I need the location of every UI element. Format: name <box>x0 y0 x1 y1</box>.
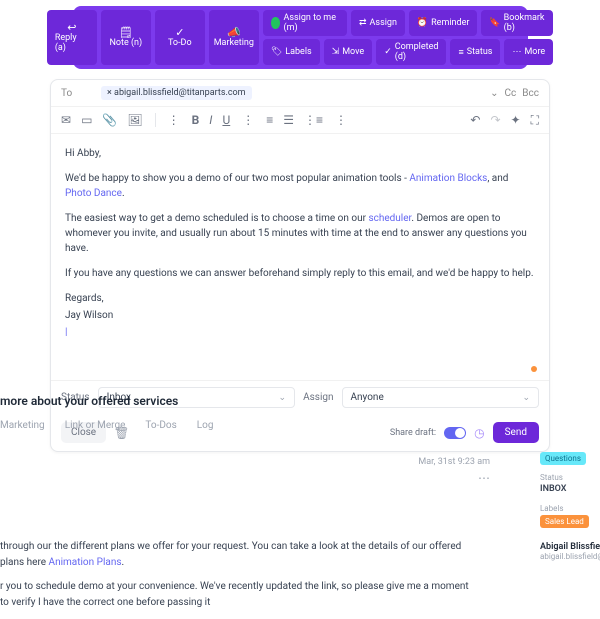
tab-link-merge[interactable]: Link or Merge <box>65 420 126 431</box>
body-p1: We'd be happy to show you a demo of our … <box>65 171 535 201</box>
sales-lead-tag[interactable]: Sales Lead <box>540 515 589 528</box>
megaphone-icon: 📣 <box>227 27 241 38</box>
questions-tag[interactable]: Questions <box>540 452 586 465</box>
message-menu-icon[interactable]: ⋯ <box>0 471 600 485</box>
marketing-button[interactable]: 📣Marketing <box>209 10 259 65</box>
bookmark-button[interactable]: 🔖Bookmark (b) <box>481 10 553 36</box>
check-icon: ✓ <box>175 27 184 38</box>
more-text-icon[interactable]: ⋮ <box>242 114 254 126</box>
sparkle-icon[interactable]: ✦ <box>511 114 521 126</box>
note-button[interactable]: 🗒Note (n) <box>101 10 151 65</box>
check-icon: ✓ <box>384 47 392 57</box>
animation-plans-link[interactable]: Animation Plans <box>49 557 122 568</box>
align-left-icon[interactable]: ≡ <box>266 114 273 126</box>
thread-subject: more about your offered services <box>0 394 600 408</box>
image-icon[interactable]: 🖼 <box>127 114 142 126</box>
top-action-bar: ↩Reply (a) 🗒Note (n) ✓To-Do 📣Marketing A… <box>73 6 528 69</box>
status-icon: ≡ <box>458 47 463 58</box>
thread-tabs: Marketing Link or Merge To-Dos Log <box>0 420 600 431</box>
bcc-button[interactable]: Bcc <box>522 88 539 99</box>
italic-icon[interactable]: I <box>209 114 212 126</box>
more-align-icon[interactable]: ⋮ <box>335 114 347 126</box>
assign-button[interactable]: ⇄Assign <box>351 10 405 36</box>
attach-icon[interactable]: 📎 <box>102 114 117 126</box>
assign-icon: ⇄ <box>359 18 367 28</box>
tag-icon: 🏷 <box>271 47 282 57</box>
redo-icon[interactable]: ↷ <box>490 114 500 126</box>
mail-icon[interactable]: ✉ <box>61 114 71 126</box>
contact-email: abigail.blissfield@ <box>540 552 600 561</box>
status-button[interactable]: ≡Status <box>450 39 500 65</box>
cc-button[interactable]: Cc <box>505 88 517 99</box>
signature: Jay Wilson <box>65 308 535 323</box>
greeting: Hi Abby, <box>65 146 535 161</box>
unsaved-indicator <box>531 366 537 372</box>
body-p3: If you have any questions we can answer … <box>65 266 535 281</box>
tab-todos[interactable]: To-Dos <box>145 420 176 431</box>
message-timestamp: Mar, 31st 9:23 am <box>0 457 600 467</box>
more-icon: ⋯ <box>512 47 521 57</box>
list-number-icon[interactable]: ⋮≡ <box>304 114 323 126</box>
thread-sidebar: Questions Status INBOX Labels Sales Lead… <box>540 452 600 561</box>
side-status-value: INBOX <box>540 484 600 494</box>
move-icon: ⇲ <box>332 47 340 57</box>
list-bullet-icon[interactable]: ☰ <box>283 114 294 126</box>
format-toolbar: ✉ ▭ 📎 🖼 ⋮ B I U ⋮ ≡ ☰ ⋮≡ ⋮ ↶ ↷ ✦ ⛶ <box>51 107 549 134</box>
avatar-icon <box>271 17 281 29</box>
tab-marketing[interactable]: Marketing <box>0 420 45 431</box>
labels-button[interactable]: 🏷Labels <box>263 39 320 65</box>
bookmark-icon: 🔖 <box>489 18 500 28</box>
reply-icon: ↩ <box>67 22 76 33</box>
separator <box>155 113 156 127</box>
reminder-button[interactable]: ⏰Reminder <box>409 10 478 36</box>
assign-to-me-button[interactable]: Assign to me (m) <box>263 10 347 36</box>
book-icon[interactable]: ▭ <box>81 114 92 126</box>
recipients-row: To × abigail.blissfield@titanparts.com ⌄… <box>51 80 549 107</box>
underline-icon[interactable]: U <box>222 114 230 126</box>
contact-name[interactable]: Abigail Blissfie <box>540 542 600 552</box>
email-body-editor[interactable]: Hi Abby, We'd be happy to show you a dem… <box>51 134 549 380</box>
cursor <box>65 325 535 340</box>
scheduler-link[interactable]: scheduler <box>368 213 411 224</box>
regards: Regards, <box>65 291 535 306</box>
expand-icon[interactable]: ⛶ <box>531 114 539 126</box>
side-labels-label: Labels <box>540 504 600 513</box>
clock-icon: ⏰ <box>417 18 428 28</box>
bold-icon[interactable]: B <box>192 114 200 126</box>
body-p2: The easiest way to get a demo scheduled … <box>65 211 535 256</box>
reply-button[interactable]: ↩Reply (a) <box>47 10 97 65</box>
recipient-chip[interactable]: × abigail.blissfield@titanparts.com <box>101 86 252 100</box>
expand-recipients-icon[interactable]: ⌄ <box>490 88 498 99</box>
completed-button[interactable]: ✓Completed (d) <box>376 39 446 65</box>
photo-dance-link[interactable]: Photo Dance <box>65 188 122 199</box>
more-format-icon[interactable]: ⋮ <box>168 114 180 126</box>
message-body: through our the different plans we offer… <box>0 485 600 611</box>
more-button[interactable]: ⋯More <box>504 39 553 65</box>
todo-button[interactable]: ✓To-Do <box>155 10 205 65</box>
thread-area: more about your offered services Marketi… <box>0 394 600 619</box>
topbar-row-main: ↩Reply (a) 🗒Note (n) ✓To-Do 📣Marketing A… <box>79 10 522 65</box>
note-icon: 🗒 <box>119 27 133 38</box>
to-label: To <box>61 88 91 99</box>
tab-log[interactable]: Log <box>197 420 214 431</box>
side-status-label: Status <box>540 473 600 482</box>
move-button[interactable]: ⇲Move <box>324 39 373 65</box>
animation-blocks-link[interactable]: Animation Blocks <box>409 173 487 184</box>
undo-icon[interactable]: ↶ <box>470 114 480 126</box>
